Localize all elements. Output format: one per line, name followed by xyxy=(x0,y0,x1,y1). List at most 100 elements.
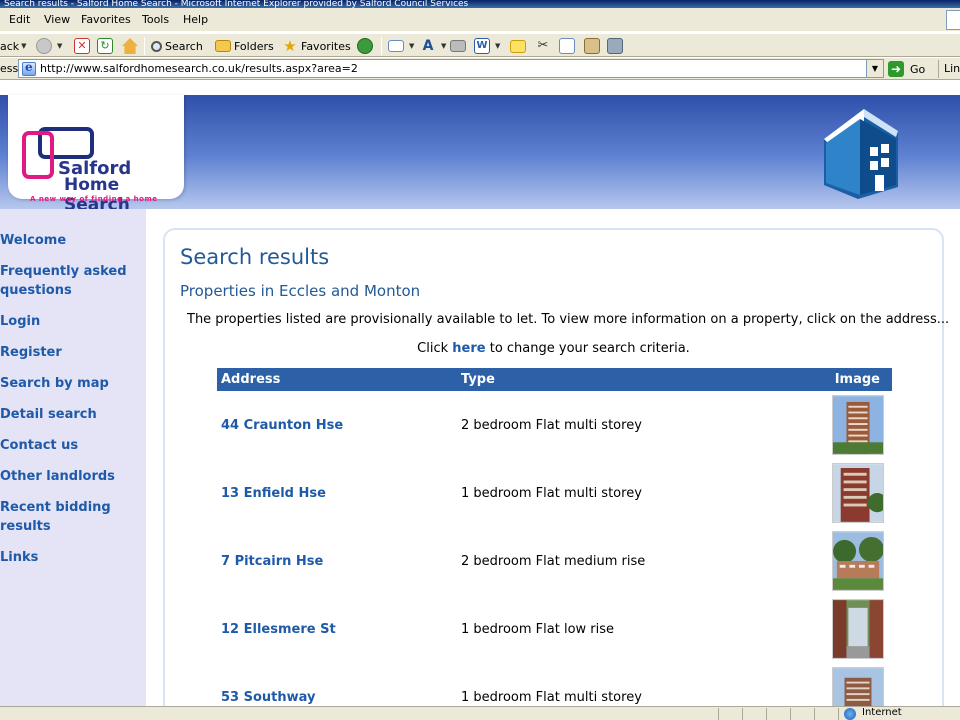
sidebar-item-faq[interactable]: Frequently asked questions xyxy=(0,262,140,300)
paste-icon xyxy=(584,38,600,54)
stop-button[interactable]: ✕ xyxy=(74,38,93,54)
sidebar-item-contact-us[interactable]: Contact us xyxy=(0,436,140,455)
back-button[interactable]: ack ▼ xyxy=(0,38,27,54)
menu-view[interactable]: View xyxy=(44,13,70,26)
discuss-button[interactable] xyxy=(510,38,529,54)
copy-button[interactable] xyxy=(559,38,578,54)
paste-button[interactable] xyxy=(584,38,603,54)
font-button[interactable]: A ▼ xyxy=(420,38,447,54)
property-address-link[interactable]: 7 Pitcairn Hse xyxy=(217,527,457,595)
status-pane xyxy=(814,708,815,720)
status-pane xyxy=(718,708,719,720)
web-page: Salford Home Search A new way of finding… xyxy=(0,81,960,706)
menu-bar: Edit View Favorites Tools Help xyxy=(0,8,960,32)
property-address-link[interactable]: 44 Craunton Hse xyxy=(217,391,457,459)
property-photo[interactable] xyxy=(832,531,884,591)
table-row: 44 Craunton Hse 2 bedroom Flat multi sto… xyxy=(217,391,892,459)
toolbar: ack ▼ ▼ ✕ ↻ Search Folders ★ Favorites ▼… xyxy=(0,33,960,57)
address-bar: ess http://www.salfordhomesearch.co.uk/r… xyxy=(0,58,960,80)
stop-icon: ✕ xyxy=(74,38,90,54)
refresh-button[interactable]: ↻ xyxy=(97,38,116,54)
logo-tagline: A new way of finding a home xyxy=(30,195,158,203)
property-photo[interactable] xyxy=(832,667,884,706)
sidebar-item-search-by-map[interactable]: Search by map xyxy=(0,374,140,393)
copy-icon xyxy=(559,38,575,54)
property-image-cell xyxy=(812,527,892,595)
window-title-bar: Search results - Salford Home Search - M… xyxy=(0,0,960,8)
go-button[interactable]: ➜ Go xyxy=(888,60,925,78)
sidebar-item-other-landlords[interactable]: Other landlords xyxy=(0,467,140,486)
property-type: 2 bedroom Flat medium rise xyxy=(461,553,646,569)
edit-word-button[interactable]: W ▼ xyxy=(474,38,500,54)
mail-dropdown-icon[interactable]: ▼ xyxy=(409,42,414,50)
property-address-link[interactable]: 12 Ellesmere St xyxy=(217,595,457,663)
property-photo[interactable] xyxy=(832,395,884,455)
sidebar-item-login[interactable]: Login xyxy=(0,312,140,331)
menu-tools[interactable]: Tools xyxy=(142,13,169,26)
table-header-row: Address Type Image xyxy=(217,368,892,391)
property-address-link[interactable]: 13 Enfield Hse xyxy=(217,459,457,527)
house-icon xyxy=(824,109,898,199)
page-icon xyxy=(22,60,36,76)
property-photo[interactable] xyxy=(832,463,884,523)
font-dropdown-icon[interactable]: ▼ xyxy=(441,42,446,50)
property-address-link[interactable]: 53 Southway xyxy=(217,663,457,706)
results-table: Address Type Image 44 Craunton Hse 2 bed… xyxy=(217,368,892,706)
menu-bar-edge xyxy=(946,10,960,30)
sidebar-item-recent-bidding[interactable]: Recent bidding results xyxy=(0,498,140,536)
property-image-cell xyxy=(812,595,892,663)
property-type: 2 bedroom Flat multi storey xyxy=(461,417,642,433)
print-button[interactable] xyxy=(450,38,469,54)
back-dropdown-icon[interactable]: ▼ xyxy=(21,42,26,50)
go-arrow-icon: ➜ xyxy=(888,61,904,77)
property-photo[interactable] xyxy=(832,599,884,659)
address-dropdown-icon[interactable]: ▼ xyxy=(866,60,883,77)
property-type: 1 bedroom Flat low rise xyxy=(461,621,615,637)
address-label: ess xyxy=(0,62,19,75)
forward-dropdown-icon[interactable]: ▼ xyxy=(57,42,62,50)
results-panel: Search results Properties in Eccles and … xyxy=(163,228,949,706)
home-button[interactable] xyxy=(122,38,141,54)
sidebar-item-links[interactable]: Links xyxy=(0,548,140,567)
print-icon xyxy=(450,40,466,52)
menu-help[interactable]: Help xyxy=(183,13,208,26)
site-logo[interactable]: Salford Home Search A new way of finding… xyxy=(8,95,184,215)
menu-edit[interactable]: Edit xyxy=(9,13,30,26)
home-icon xyxy=(122,38,138,54)
edit-dropdown-icon[interactable]: ▼ xyxy=(495,42,500,50)
history-icon xyxy=(357,38,373,54)
banner-top-strip xyxy=(0,81,960,95)
forward-button[interactable]: ▼ xyxy=(36,38,62,54)
address-url[interactable]: http://www.salfordhomesearch.co.uk/resul… xyxy=(40,62,358,75)
research-icon xyxy=(607,38,623,54)
status-pane xyxy=(838,708,839,720)
address-input[interactable]: http://www.salfordhomesearch.co.uk/resul… xyxy=(18,59,884,78)
toolbar-separator xyxy=(144,37,145,55)
cut-button[interactable]: ✂ xyxy=(535,38,554,54)
favorites-label: Favorites xyxy=(301,39,351,53)
change-criteria-link[interactable]: here xyxy=(452,341,485,356)
favorites-button[interactable]: ★ Favorites xyxy=(282,38,351,54)
links-button[interactable]: Lin xyxy=(944,62,960,75)
property-type: 1 bedroom Flat multi storey xyxy=(461,485,642,501)
status-pane xyxy=(790,708,791,720)
property-type: 1 bedroom Flat multi storey xyxy=(461,689,642,705)
internet-zone-icon xyxy=(844,708,856,720)
change-criteria-text: Click here to change your search criteri… xyxy=(165,341,942,356)
menu-favorites[interactable]: Favorites xyxy=(81,13,131,26)
table-row: 12 Ellesmere St 1 bedroom Flat low rise xyxy=(217,595,892,663)
research-button[interactable] xyxy=(607,38,626,54)
folders-button[interactable]: Folders xyxy=(215,38,274,54)
search-button[interactable]: Search xyxy=(151,38,203,54)
status-pane xyxy=(742,708,743,720)
area-subtitle: Properties in Eccles and Monton xyxy=(180,282,421,300)
refresh-icon: ↻ xyxy=(97,38,113,54)
sidebar-item-welcome[interactable]: Welcome xyxy=(0,231,140,250)
logo-pink-frame xyxy=(22,131,54,179)
mail-button[interactable]: ▼ xyxy=(388,38,414,54)
sidebar-item-detail-search[interactable]: Detail search xyxy=(0,405,140,424)
sidebar-item-register[interactable]: Register xyxy=(0,343,140,362)
page-title: Search results xyxy=(180,245,330,269)
table-row: 13 Enfield Hse 1 bedroom Flat multi stor… xyxy=(217,459,892,527)
history-button[interactable] xyxy=(357,38,376,54)
